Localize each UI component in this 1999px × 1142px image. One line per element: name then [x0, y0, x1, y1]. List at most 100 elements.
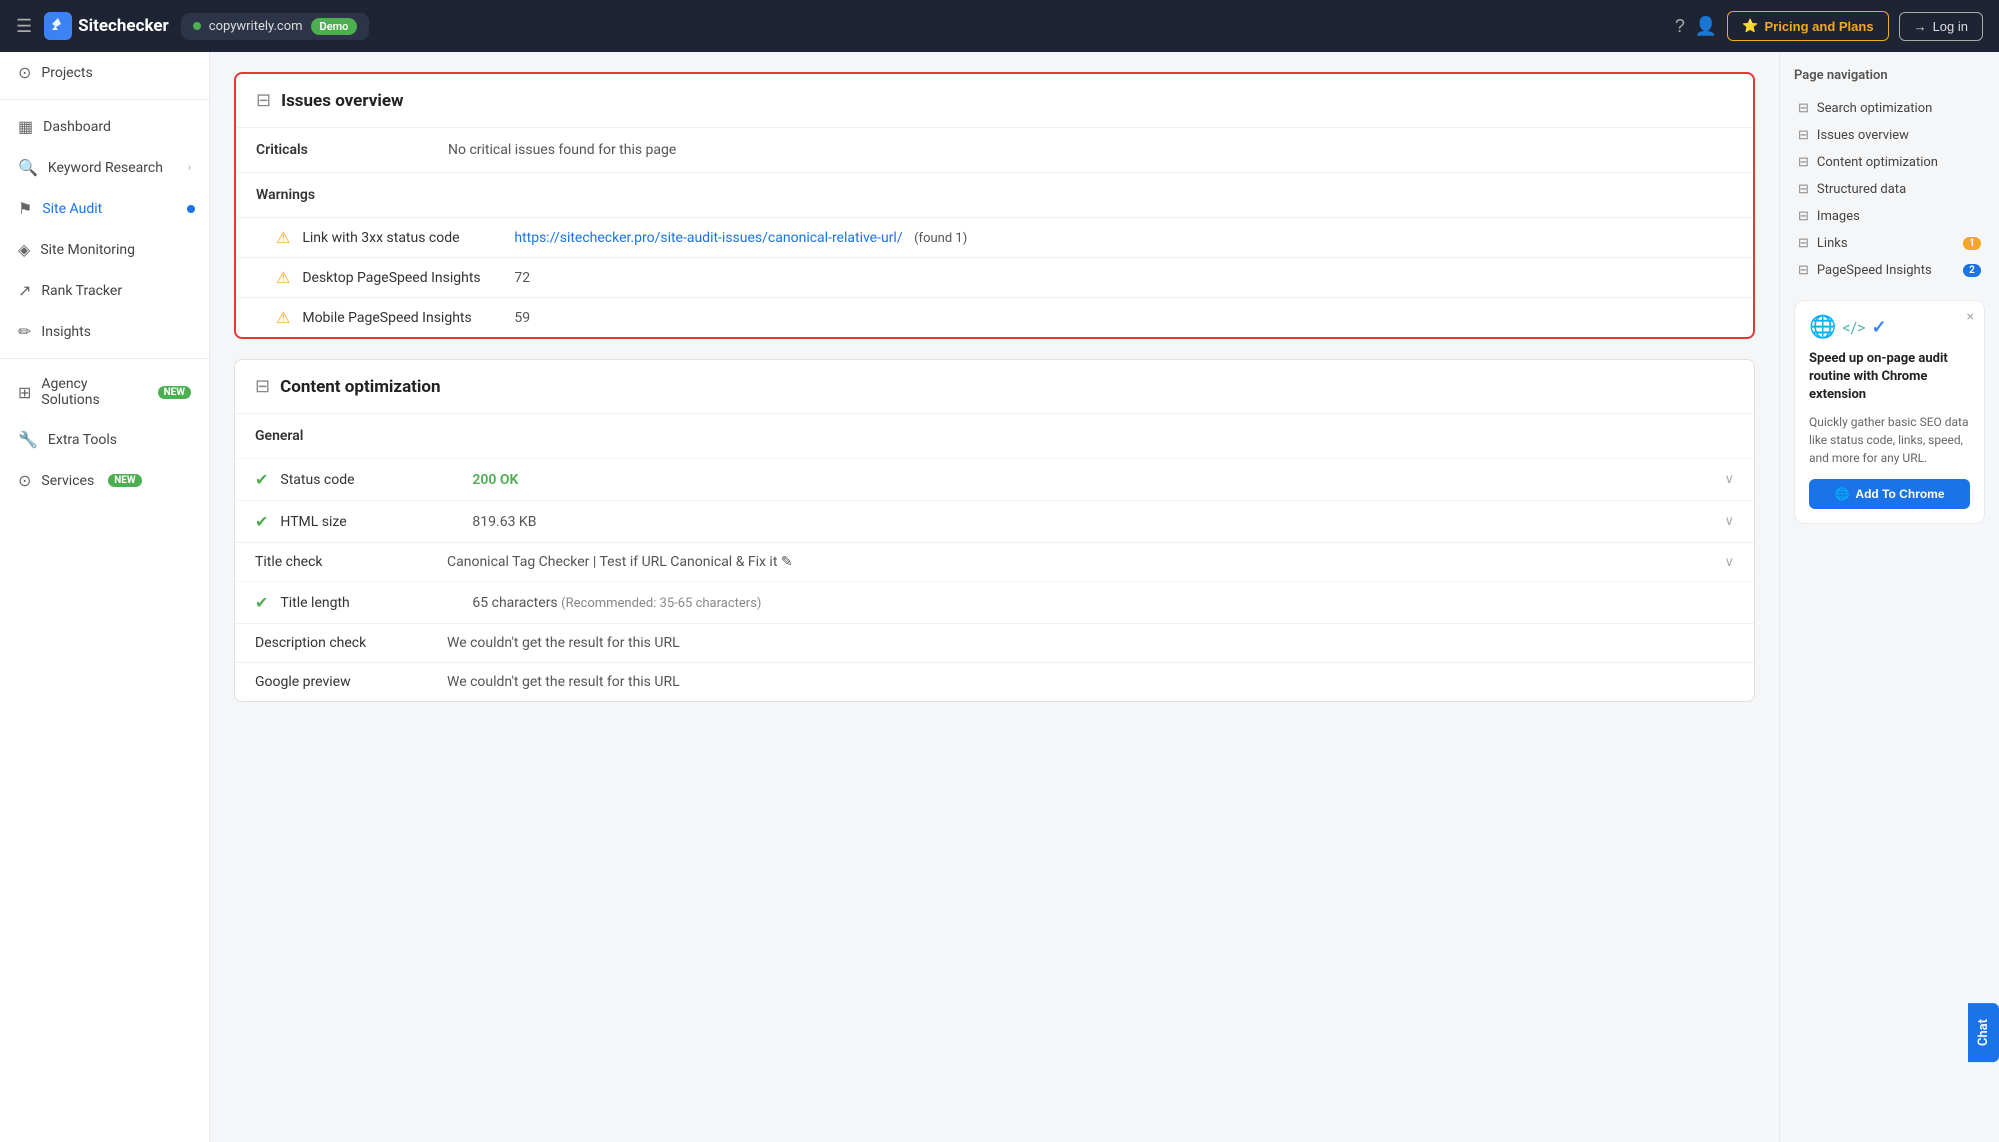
- app-body: ⊙ Projects ▦ Dashboard 🔍 Keyword Researc…: [0, 52, 1999, 1142]
- logo: Sitechecker: [44, 12, 169, 40]
- help-button[interactable]: ?: [1675, 16, 1685, 37]
- warning-item-3: ⚠ Mobile PageSpeed Insights 59: [236, 298, 1753, 337]
- content-optimization-header: ⊟ Content optimization: [235, 360, 1754, 414]
- sidebar-item-label: Site Audit: [42, 201, 102, 217]
- sidebar-item-agency-solutions[interactable]: ⊞ Agency Solutions NEW: [0, 365, 209, 419]
- nav-item-images[interactable]: ⊟ Images: [1794, 203, 1985, 230]
- issues-overview-nav-label: Issues overview: [1817, 128, 1909, 143]
- keyword-research-icon: 🔍: [18, 158, 38, 177]
- sidebar-item-keyword-research[interactable]: 🔍 Keyword Research ›: [0, 147, 209, 188]
- sidebar-item-label: Dashboard: [43, 119, 111, 135]
- logo-icon: [44, 12, 72, 40]
- sidebar-item-rank-tracker[interactable]: ↗ Rank Tracker: [0, 270, 209, 311]
- user-button[interactable]: 👤: [1695, 16, 1717, 37]
- sidebar-item-label: Extra Tools: [48, 432, 117, 448]
- search-opt-nav-label: Search optimization: [1817, 101, 1932, 116]
- html-size-chevron-icon[interactable]: ∨: [1724, 514, 1734, 529]
- sidebar-item-dashboard[interactable]: ▦ Dashboard: [0, 106, 209, 147]
- nav-item-issues-overview[interactable]: ⊟ Issues overview: [1794, 122, 1985, 149]
- warning-value-1: https://sitechecker.pro/site-audit-issue…: [514, 230, 967, 246]
- sidebar-item-site-audit[interactable]: ⚑ Site Audit: [0, 188, 209, 229]
- services-new-badge: NEW: [108, 474, 141, 487]
- html-size-row: ✔ HTML size 819.63 KB ∨: [235, 500, 1754, 542]
- sidebar-item-label: Insights: [41, 324, 91, 340]
- nav-item-search-opt[interactable]: ⊟ Search optimization: [1794, 95, 1985, 122]
- dashboard-icon: ▦: [18, 117, 33, 136]
- warning-value-2: 72: [514, 270, 530, 286]
- status-code-row: ✔ Status code 200 OK ∨: [235, 458, 1754, 500]
- status-code-chevron-icon[interactable]: ∨: [1724, 472, 1734, 487]
- issues-overview-icon: ⊟: [256, 90, 271, 111]
- html-size-check-icon: ✔: [255, 512, 268, 531]
- links-nav-icon: ⊟: [1798, 236, 1809, 251]
- sidebar-item-label: Site Monitoring: [40, 242, 135, 258]
- chrome-btn-label: Add To Chrome: [1855, 487, 1944, 501]
- warning-item-2: ⚠ Desktop PageSpeed Insights 72: [236, 258, 1753, 298]
- sidebar-item-insights[interactable]: ✏ Insights: [0, 311, 209, 352]
- content-opt-icon: ⊟: [255, 376, 270, 397]
- warning-label-2: Desktop PageSpeed Insights: [302, 270, 502, 286]
- services-icon: ⊙: [18, 471, 31, 490]
- new-badge: NEW: [158, 386, 191, 399]
- login-label: Log in: [1933, 19, 1968, 34]
- chrome-card-close-button[interactable]: ×: [1967, 309, 1974, 325]
- site-badge[interactable]: copywritely.com Demo: [181, 13, 370, 40]
- google-preview-label: Google preview: [255, 674, 435, 690]
- warning-link-1[interactable]: https://sitechecker.pro/site-audit-issue…: [514, 230, 902, 246]
- links-nav-badge: 1: [1963, 237, 1981, 250]
- description-check-value: We couldn't get the result for this URL: [447, 635, 1734, 651]
- insights-icon: ✏: [18, 322, 31, 341]
- warning-value-3: 59: [514, 310, 530, 326]
- pricing-button[interactable]: ⭐ Pricing and Plans: [1727, 11, 1888, 41]
- structured-data-nav-icon: ⊟: [1798, 182, 1809, 197]
- title-check-chevron-icon[interactable]: ∨: [1724, 555, 1734, 570]
- chat-button[interactable]: Chat: [1968, 1003, 1999, 1062]
- site-status-dot: [193, 22, 201, 30]
- add-to-chrome-button[interactable]: 🌐 Add To Chrome: [1809, 479, 1970, 509]
- sidebar-item-projects[interactable]: ⊙ Projects: [0, 52, 209, 93]
- warning-icon-1: ⚠: [276, 228, 290, 247]
- issues-overview-header: ⊟ Issues overview: [236, 74, 1753, 128]
- google-preview-row: Google preview We couldn't get the resul…: [235, 663, 1754, 701]
- issues-overview-section: ⊟ Issues overview Criticals No critical …: [234, 72, 1755, 339]
- agency-solutions-icon: ⊞: [18, 383, 31, 402]
- warning-item-1: ⚠ Link with 3xx status code https://site…: [236, 218, 1753, 258]
- nav-item-links[interactable]: ⊟ Links 1: [1794, 230, 1985, 257]
- code-icon: </>: [1842, 318, 1865, 337]
- warning-label-1: Link with 3xx status code: [302, 230, 502, 246]
- nav-item-pagespeed[interactable]: ⊟ PageSpeed Insights 2: [1794, 257, 1985, 284]
- criticals-value: No critical issues found for this page: [448, 142, 1733, 158]
- hamburger-icon[interactable]: ☰: [16, 16, 32, 37]
- warnings-label: Warnings: [256, 187, 436, 203]
- title-check-value: Canonical Tag Checker | Test if URL Cano…: [447, 554, 1712, 570]
- nav-item-content-opt[interactable]: ⊟ Content optimization: [1794, 149, 1985, 176]
- warning-icon-3: ⚠: [276, 308, 290, 327]
- found-badge-1: (found 1): [914, 231, 967, 246]
- title-check-header-row: Title check Canonical Tag Checker | Test…: [235, 543, 1754, 581]
- sidebar-item-label: Agency Solutions: [41, 376, 143, 408]
- google-preview-value: We couldn't get the result for this URL: [447, 674, 1734, 690]
- sidebar-item-extra-tools[interactable]: 🔧 Extra Tools: [0, 419, 209, 460]
- right-panel: Page navigation ⊟ Search optimization ⊟ …: [1779, 52, 1999, 1142]
- login-icon: →: [1914, 19, 1927, 34]
- content-opt-nav-icon: ⊟: [1798, 155, 1809, 170]
- site-name: copywritely.com: [209, 19, 303, 34]
- links-nav-label: Links: [1817, 236, 1848, 251]
- nav-item-structured-data[interactable]: ⊟ Structured data: [1794, 176, 1985, 203]
- sidebar-item-label: Services: [41, 473, 94, 489]
- status-code-label: Status code: [280, 472, 460, 488]
- title-length-row: ✔ Title length 65 characters (Recommende…: [235, 581, 1754, 623]
- structured-data-nav-label: Structured data: [1817, 182, 1906, 197]
- sidebar-item-label: Rank Tracker: [41, 283, 122, 299]
- criticals-label: Criticals: [256, 142, 436, 158]
- login-button[interactable]: → Log in: [1899, 12, 1983, 41]
- chrome-icon: 🌐: [1809, 315, 1836, 340]
- sc-icon: ✓: [1872, 317, 1887, 338]
- sidebar-item-services[interactable]: ⊙ Services NEW: [0, 460, 209, 501]
- description-check-row: Description check We couldn't get the re…: [235, 624, 1754, 662]
- sidebar-item-label: Projects: [41, 65, 92, 81]
- sidebar-item-site-monitoring[interactable]: ◈ Site Monitoring: [0, 229, 209, 270]
- warning-label-3: Mobile PageSpeed Insights: [302, 310, 502, 326]
- issues-overview-nav-icon: ⊟: [1798, 128, 1809, 143]
- extra-tools-icon: 🔧: [18, 430, 38, 449]
